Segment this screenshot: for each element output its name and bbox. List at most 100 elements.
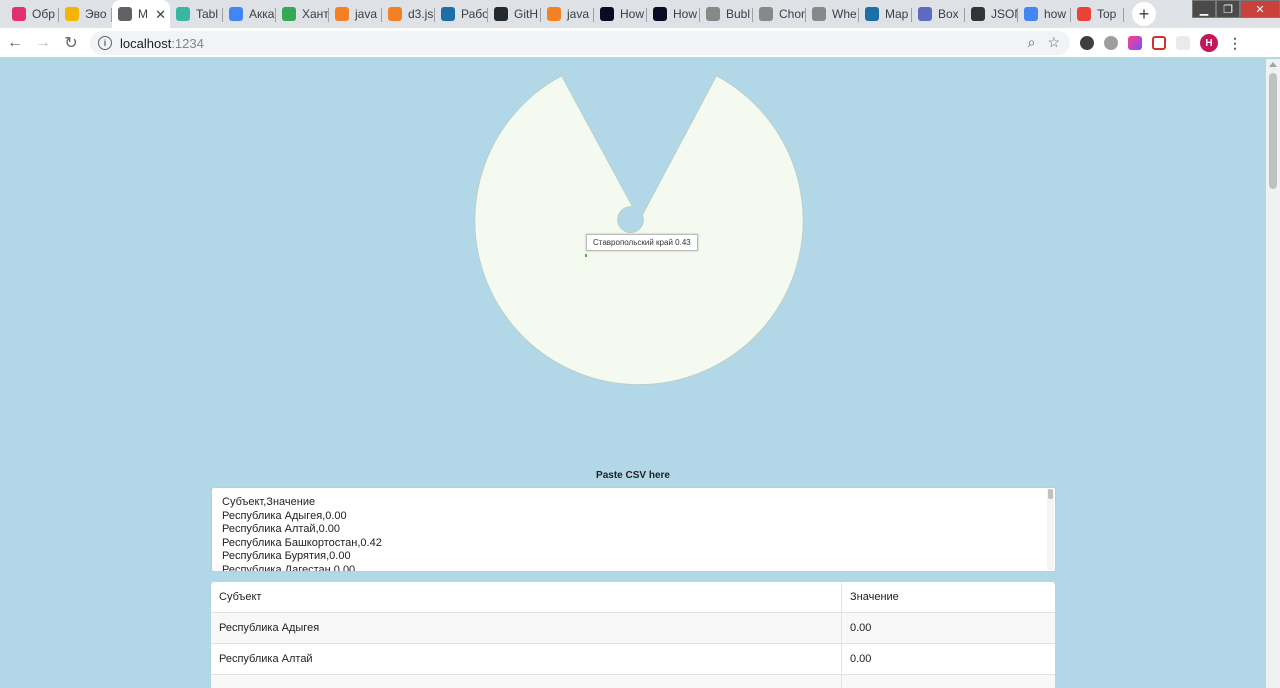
browser-tab[interactable]: Chor [753, 0, 806, 28]
back-button[interactable]: ← [2, 30, 28, 56]
browser-menu-icon[interactable]: ⋮ [1228, 35, 1242, 52]
tab-close-icon[interactable]: ✕ [155, 7, 166, 23]
url-host: localhost [120, 35, 172, 51]
browser-tab[interactable]: Map [859, 0, 912, 28]
browser-tab[interactable]: java [329, 0, 382, 28]
tab-label: java [567, 7, 590, 21]
tab-label: how [1044, 7, 1067, 21]
o-icon [812, 7, 826, 21]
box-icon [918, 7, 932, 21]
table-cell: Республика Алтай [211, 644, 842, 674]
table-cell [842, 675, 1055, 688]
csv-textarea[interactable]: Субъект,Значение Республика Адыгея,0.00 Ре… [211, 487, 1056, 572]
tab-label: Хант [302, 7, 329, 21]
new-tab-button[interactable]: + [1132, 2, 1156, 26]
site-info-icon[interactable]: i [98, 36, 112, 50]
browser-tab[interactable]: Whe [806, 0, 859, 28]
stack-icon [547, 7, 561, 21]
browser-tab[interactable]: Хант [276, 0, 329, 28]
pie-chart [474, 75, 804, 385]
page-scrollbar[interactable] [1266, 59, 1280, 688]
tab-label: Map [885, 7, 909, 21]
browser-tab[interactable]: How [647, 0, 700, 28]
browser-tab[interactable]: JSON [965, 0, 1018, 28]
csv-line: Республика Бурятия,0.00 [222, 550, 351, 562]
browser-tab[interactable]: java [541, 0, 594, 28]
maps-icon [282, 7, 296, 21]
minimize-button[interactable]: ▁ [1192, 0, 1216, 18]
reload-icon: ↻ [64, 34, 78, 52]
zoom-icon[interactable]: ⌕ [1028, 34, 1036, 51]
tab-label: GitH [514, 7, 538, 21]
csv-line: Республика Адыгея,0.00 [222, 509, 347, 522]
window-close-button[interactable]: ✕ [1240, 0, 1280, 18]
extension-globe-icon[interactable] [1104, 36, 1118, 50]
extension-icons: H ⋮ [1080, 34, 1242, 52]
browser-tab[interactable]: GitH [488, 0, 541, 28]
tab-label: Bubl [726, 7, 751, 21]
tab-label: java [355, 7, 378, 21]
browser-tab[interactable]: Box [912, 0, 965, 28]
table-cell: 0.00 [850, 622, 872, 634]
tab-list: Обр Эво M ✕ Tabl Акка Хант java d3.js Рабо GitH jav… [0, 0, 1124, 28]
browser-tab[interactable]: Обр [6, 0, 59, 28]
maximize-button[interactable]: ❐ [1216, 0, 1240, 18]
instagram-icon [12, 7, 26, 21]
extension-pocket-icon[interactable] [1152, 36, 1166, 50]
browser-tab[interactable]: d3.js [382, 0, 435, 28]
extension-gradient-icon[interactable] [1128, 36, 1142, 50]
tab-label: How [673, 7, 698, 21]
tab-label: Обр [32, 7, 55, 21]
browser-tab-strip: Обр Эво M ✕ Tabl Акка Хант java d3.js Рабо GitH jav… [0, 0, 1280, 28]
browser-tab[interactable]: Эво [59, 0, 112, 28]
json-icon [971, 7, 985, 21]
csv-line: Республика Дагестан,0.00 [222, 563, 356, 572]
csv-label: Paste CSV here [596, 470, 670, 481]
tab-label: Tabl [196, 7, 219, 21]
tab-label: Акка [249, 7, 275, 21]
table-cell: 0.00 [850, 653, 872, 665]
page-viewport: Ставропольский край 0.43 Paste CSV here … [0, 59, 1266, 688]
stack-icon [388, 7, 402, 21]
pie-slice-stavropol[interactable] [474, 75, 804, 385]
table-row: Республика Адыгея 0.00 [211, 613, 1055, 644]
bookmark-star-icon[interactable]: ☆ [1047, 34, 1060, 51]
reload-button[interactable]: ↻ [58, 30, 84, 56]
browser-tab[interactable]: Top [1071, 0, 1124, 28]
scroll-up-icon[interactable] [1269, 62, 1277, 67]
globe-icon [118, 7, 132, 21]
extension-grey-icon[interactable] [1176, 36, 1190, 50]
stack-icon [335, 7, 349, 21]
table-header-row: Субъект Значение [211, 582, 1055, 613]
browser-tab[interactable]: Tabl [170, 0, 223, 28]
tab-label: M [138, 7, 148, 21]
tab-label: d3.js [408, 7, 434, 21]
scrollbar-thumb[interactable] [1269, 73, 1277, 189]
browser-tab[interactable]: Bubl [700, 0, 753, 28]
browser-tab[interactable]: Акка [223, 0, 276, 28]
table-header-cell: Субъект [211, 582, 842, 612]
google-icon [1024, 7, 1038, 21]
cap-icon [441, 7, 455, 21]
o-icon [759, 7, 773, 21]
address-bar[interactable]: i localhost:1234 ⌕ ☆ [90, 31, 1070, 55]
csv-line: Республика Башкортостан,0.42 [222, 536, 382, 549]
profile-avatar[interactable]: H [1200, 34, 1218, 52]
browser-tab[interactable]: M ✕ [112, 0, 170, 28]
csv-scrollbar[interactable] [1047, 489, 1054, 570]
browser-tab[interactable]: How [594, 0, 647, 28]
table-header-cell: Значение [850, 591, 899, 603]
dev-icon [653, 7, 667, 21]
browser-tab[interactable]: Рабо [435, 0, 488, 28]
window-controls: ▁ ❐ ✕ [1192, 0, 1280, 20]
tooltip-marker [585, 254, 587, 257]
extension-dark-icon[interactable] [1080, 36, 1094, 50]
url-port: :1234 [171, 35, 204, 51]
csv-line: Республика Алтай,0.00 [222, 523, 341, 535]
forward-button[interactable]: → [30, 30, 56, 56]
browser-tab[interactable]: how [1018, 0, 1071, 28]
s-icon [176, 7, 190, 21]
chart-tooltip: Ставропольский край 0.43 [586, 234, 698, 251]
tab-label: Top [1097, 7, 1117, 21]
forward-arrow-icon: → [35, 33, 51, 51]
